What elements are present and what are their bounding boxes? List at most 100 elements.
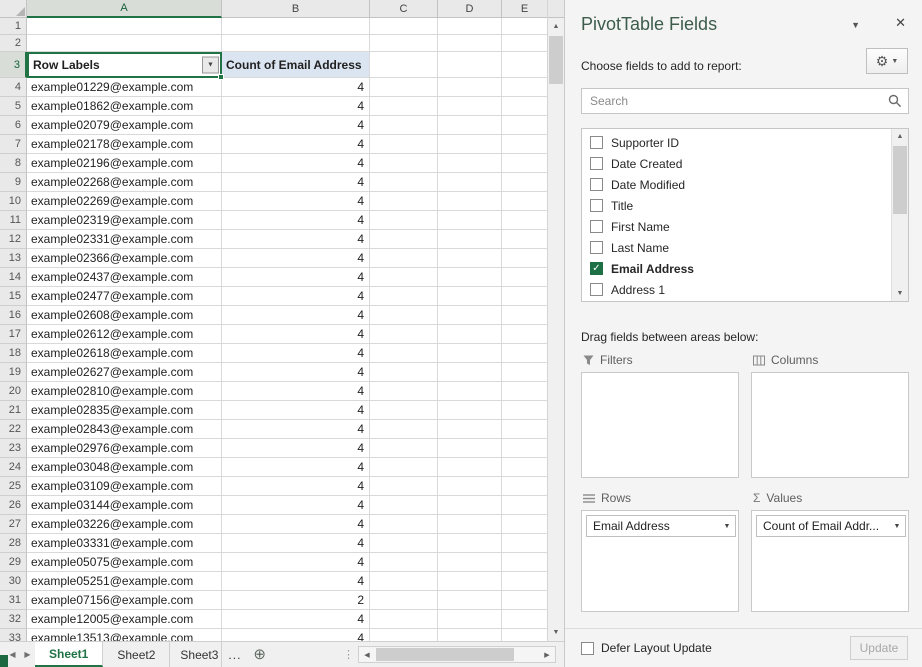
count-cell[interactable]: 4 [222,363,370,382]
empty-cell[interactable] [502,363,547,382]
empty-cell[interactable] [438,35,502,52]
row-number[interactable]: 30 [0,572,27,591]
empty-cell[interactable] [438,325,502,344]
field-list-scrollbar[interactable]: ▲ ▼ [891,129,908,301]
email-cell[interactable]: example03048@example.com [27,458,222,477]
values-header-cell[interactable]: Count of Email Address [222,52,370,78]
count-cell[interactable]: 4 [222,154,370,173]
empty-cell[interactable] [438,18,502,35]
row-number[interactable]: 10 [0,192,27,211]
row-number[interactable]: 16 [0,306,27,325]
email-cell[interactable]: example02196@example.com [27,154,222,173]
row-number[interactable]: 17 [0,325,27,344]
close-icon[interactable]: ✕ [895,15,906,31]
row-number[interactable]: 23 [0,439,27,458]
empty-cell[interactable] [438,192,502,211]
empty-cell[interactable] [502,287,547,306]
row-number[interactable]: 31 [0,591,27,610]
rows-drop-area[interactable]: Email Address ▼ [581,510,739,612]
empty-cell[interactable] [370,135,438,154]
field-checkbox[interactable] [590,283,603,296]
empty-cell[interactable] [438,610,502,629]
empty-cell[interactable] [438,515,502,534]
count-cell[interactable]: 4 [222,610,370,629]
empty-cell[interactable] [438,534,502,553]
count-cell[interactable]: 4 [222,420,370,439]
empty-cell[interactable] [370,591,438,610]
count-cell[interactable]: 4 [222,306,370,325]
tab-sheet2[interactable]: Sheet2 [103,642,170,667]
fill-handle[interactable] [218,74,224,80]
empty-cell[interactable] [438,116,502,135]
search-input[interactable] [581,88,909,114]
empty-cell[interactable] [370,344,438,363]
count-cell[interactable]: 4 [222,249,370,268]
count-cell[interactable]: 4 [222,629,370,641]
values-drop-area[interactable]: Count of Email Addr... ▼ [751,510,909,612]
empty-cell[interactable] [370,420,438,439]
empty-cell[interactable] [370,363,438,382]
count-cell[interactable]: 4 [222,439,370,458]
row-number[interactable]: 6 [0,116,27,135]
email-cell[interactable]: example02269@example.com [27,192,222,211]
new-sheet-button[interactable]: ⊕ [253,647,266,662]
empty-cell[interactable] [438,382,502,401]
scroll-down-icon[interactable]: ▼ [548,624,564,641]
count-cell[interactable]: 4 [222,572,370,591]
empty-cell[interactable] [438,230,502,249]
count-cell[interactable]: 4 [222,515,370,534]
empty-cell[interactable] [370,154,438,173]
tab-sheet1[interactable]: Sheet1 [35,642,103,667]
scroll-up-icon[interactable]: ▲ [892,129,908,144]
column-header-e[interactable]: E [502,0,547,18]
empty-cell[interactable] [438,52,502,78]
tab-scroll-right-icon[interactable]: ▶ [20,650,35,659]
field-settings-button[interactable]: ⚙ ▼ [866,48,908,74]
empty-cell[interactable] [370,78,438,97]
empty-cell[interactable] [370,496,438,515]
email-cell[interactable]: example03144@example.com [27,496,222,515]
empty-cell[interactable] [370,97,438,116]
empty-cell[interactable] [502,458,547,477]
empty-cell[interactable] [502,135,547,154]
row-number[interactable]: 19 [0,363,27,382]
field-checkbox[interactable] [590,178,603,191]
field-item[interactable]: Supporter ID [582,132,891,153]
count-cell[interactable]: 4 [222,553,370,572]
email-cell[interactable]: example02612@example.com [27,325,222,344]
empty-cell[interactable] [438,154,502,173]
empty-cell[interactable] [502,249,547,268]
empty-cell[interactable] [502,610,547,629]
count-cell[interactable]: 4 [222,458,370,477]
count-cell[interactable]: 4 [222,287,370,306]
row-number[interactable]: 9 [0,173,27,192]
defer-layout-checkbox[interactable] [581,642,594,655]
empty-cell[interactable] [502,591,547,610]
empty-cell[interactable] [502,382,547,401]
email-cell[interactable]: example05075@example.com [27,553,222,572]
empty-cell[interactable] [438,420,502,439]
field-item[interactable]: Date Created [582,153,891,174]
row-number[interactable]: 1 [0,18,27,35]
count-cell[interactable]: 4 [222,230,370,249]
count-cell[interactable]: 4 [222,477,370,496]
empty-cell[interactable] [370,515,438,534]
empty-cell[interactable] [438,135,502,154]
empty-cell[interactable] [438,268,502,287]
empty-cell[interactable] [502,439,547,458]
tab-splitter[interactable]: ⋮ [343,648,354,661]
empty-cell[interactable] [370,211,438,230]
row-number[interactable]: 20 [0,382,27,401]
empty-cell[interactable] [438,629,502,641]
column-header-d[interactable]: D [438,0,502,18]
empty-cell[interactable] [370,192,438,211]
empty-cell[interactable] [370,325,438,344]
tab-sheet3[interactable]: Sheet3 [170,642,222,667]
empty-cell[interactable] [438,591,502,610]
empty-cell[interactable] [502,230,547,249]
empty-cell[interactable] [27,18,222,35]
empty-cell[interactable] [370,249,438,268]
email-cell[interactable]: example02627@example.com [27,363,222,382]
empty-cell[interactable] [222,35,370,52]
scroll-up-icon[interactable]: ▲ [548,18,564,35]
